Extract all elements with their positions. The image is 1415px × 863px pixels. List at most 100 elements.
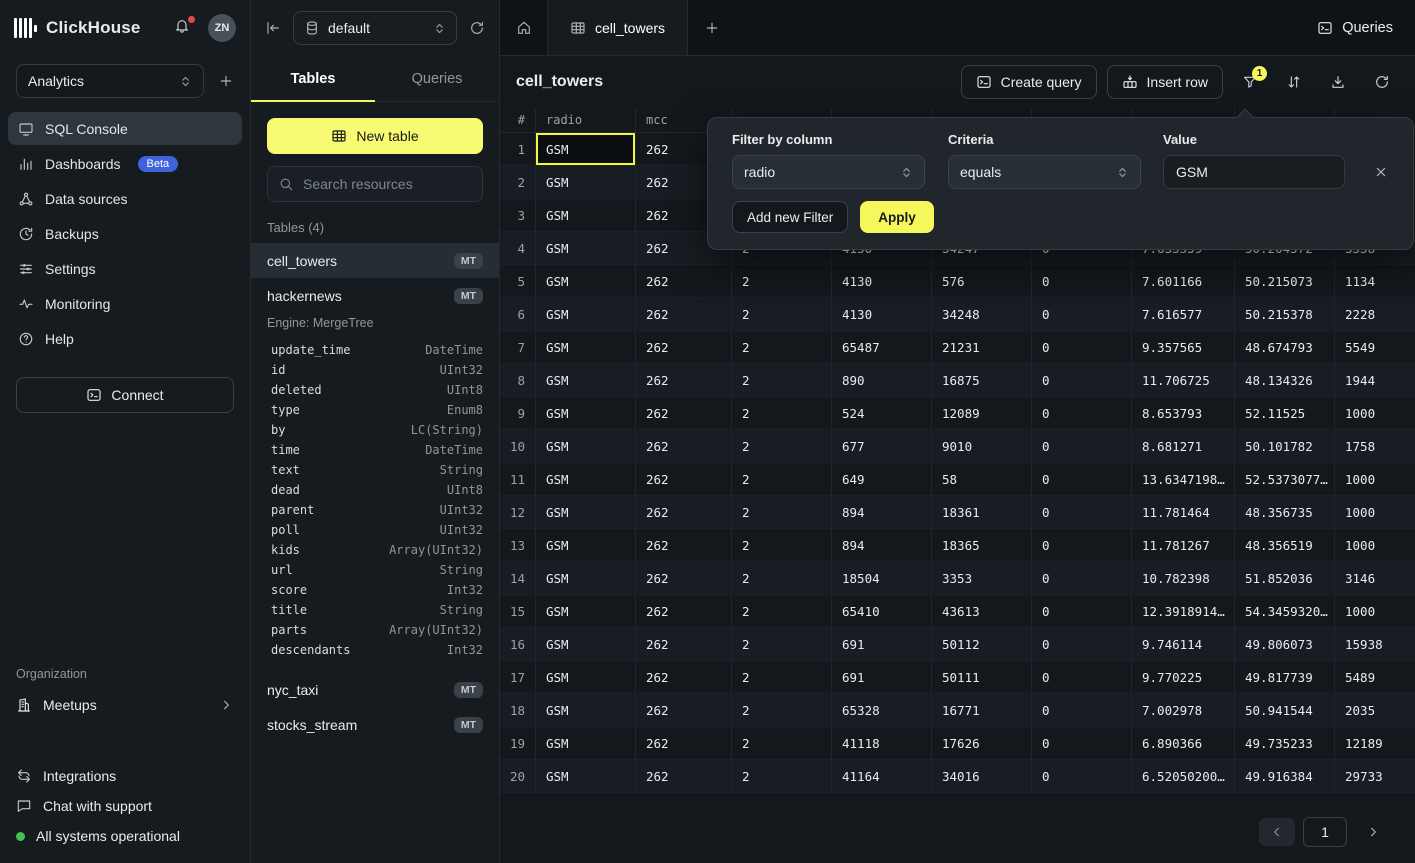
refresh-table-button[interactable] <box>1365 65 1399 99</box>
tab-tables[interactable]: Tables <box>251 56 375 101</box>
table-cell[interactable]: GSM <box>536 529 636 561</box>
table-cell[interactable]: 1000 <box>1335 463 1415 495</box>
table-cell[interactable]: 1944 <box>1335 364 1415 396</box>
table-cell[interactable]: 2 <box>732 760 832 792</box>
add-service-button[interactable] <box>218 73 234 89</box>
table-cell[interactable]: 52.5373077… <box>1235 463 1335 495</box>
table-item-stocks-stream[interactable]: stocks_streamMT <box>251 707 499 742</box>
table-cell[interactable]: 0 <box>1032 661 1132 693</box>
table-cell[interactable]: 18504 <box>832 562 932 594</box>
sidebar-item-data-sources[interactable]: Data sources <box>8 182 242 215</box>
insert-row-button[interactable]: Insert row <box>1107 65 1223 99</box>
table-cell[interactable]: 0 <box>1032 496 1132 528</box>
table-cell[interactable]: 0 <box>1032 595 1132 627</box>
table-cell[interactable]: 0 <box>1032 397 1132 429</box>
table-cell[interactable]: 7.002978 <box>1132 694 1235 726</box>
table-cell[interactable]: 262 <box>636 727 732 759</box>
table-cell[interactable]: 262 <box>636 562 732 594</box>
table-cell[interactable]: 1758 <box>1335 430 1415 462</box>
connect-button[interactable]: Connect <box>16 377 234 413</box>
table-cell[interactable]: 8.653793 <box>1132 397 1235 429</box>
table-cell[interactable]: 12189 <box>1335 727 1415 759</box>
table-cell[interactable]: 11.706725 <box>1132 364 1235 396</box>
workspace-selector[interactable]: Analytics <box>16 64 204 98</box>
table-cell[interactable]: 1000 <box>1335 397 1415 429</box>
table-cell[interactable]: 262 <box>636 496 732 528</box>
column-header[interactable]: radio <box>536 108 636 132</box>
table-cell[interactable]: 16875 <box>932 364 1032 396</box>
table-cell[interactable]: GSM <box>536 760 636 792</box>
table-cell[interactable]: 2 <box>732 727 832 759</box>
table-cell[interactable]: GSM <box>536 331 636 363</box>
criteria-select[interactable]: equals <box>948 155 1141 189</box>
table-cell[interactable]: 48.674793 <box>1235 331 1335 363</box>
table-cell[interactable]: 48.356519 <box>1235 529 1335 561</box>
table-cell[interactable]: 649 <box>832 463 932 495</box>
table-cell[interactable]: 65328 <box>832 694 932 726</box>
sidebar-item-backups[interactable]: Backups <box>8 217 242 250</box>
footer-item-chat-with-support[interactable]: Chat with support <box>8 791 242 821</box>
table-cell[interactable]: GSM <box>536 265 636 297</box>
table-cell[interactable]: 5549 <box>1335 331 1415 363</box>
table-cell[interactable]: 65487 <box>832 331 932 363</box>
column-header[interactable]: # <box>500 108 536 132</box>
table-cell[interactable]: 0 <box>1032 430 1132 462</box>
table-cell[interactable]: 0 <box>1032 727 1132 759</box>
table-cell[interactable]: 2 <box>732 430 832 462</box>
table-cell[interactable]: GSM <box>536 298 636 330</box>
table-cell[interactable]: 524 <box>832 397 932 429</box>
table-cell[interactable]: 49.806073 <box>1235 628 1335 660</box>
table-cell[interactable]: 691 <box>832 661 932 693</box>
search-input[interactable] <box>303 176 472 192</box>
table-cell[interactable]: 0 <box>1032 331 1132 363</box>
footer-item-integrations[interactable]: Integrations <box>8 761 242 791</box>
table-cell[interactable]: 0 <box>1032 760 1132 792</box>
table-cell[interactable]: 2 <box>732 496 832 528</box>
table-cell[interactable]: 6.890366 <box>1132 727 1235 759</box>
home-tab[interactable] <box>500 0 548 55</box>
table-cell[interactable]: 58 <box>932 463 1032 495</box>
sort-button[interactable] <box>1277 65 1311 99</box>
table-cell[interactable]: 3353 <box>932 562 1032 594</box>
table-cell[interactable]: 9.770225 <box>1132 661 1235 693</box>
table-cell[interactable]: 18361 <box>932 496 1032 528</box>
footer-item-all-systems-operational[interactable]: All systems operational <box>8 821 242 851</box>
table-cell[interactable]: 50112 <box>932 628 1032 660</box>
table-cell[interactable]: 5489 <box>1335 661 1415 693</box>
table-cell[interactable]: 262 <box>636 661 732 693</box>
collapse-panel-icon[interactable] <box>265 20 281 36</box>
table-cell[interactable]: 2 <box>732 298 832 330</box>
table-cell[interactable]: 0 <box>1032 694 1132 726</box>
new-tab-button[interactable] <box>688 0 736 55</box>
table-cell[interactable]: 49.916384 <box>1235 760 1335 792</box>
table-cell[interactable]: GSM <box>536 397 636 429</box>
table-cell[interactable]: 0 <box>1032 562 1132 594</box>
table-cell[interactable]: 2 <box>732 694 832 726</box>
table-cell[interactable]: 9.746114 <box>1132 628 1235 660</box>
table-cell[interactable]: 2035 <box>1335 694 1415 726</box>
table-cell[interactable]: 262 <box>636 628 732 660</box>
table-cell[interactable]: 10.782398 <box>1132 562 1235 594</box>
table-cell[interactable]: 1000 <box>1335 496 1415 528</box>
table-item-hackernews[interactable]: hackernewsMT <box>251 278 499 313</box>
notifications-button[interactable] <box>174 18 194 38</box>
table-cell[interactable]: 0 <box>1032 529 1132 561</box>
table-cell[interactable]: GSM <box>536 133 636 165</box>
table-cell[interactable]: 50.215378 <box>1235 298 1335 330</box>
table-cell[interactable]: 2 <box>732 397 832 429</box>
table-cell[interactable]: 262 <box>636 760 732 792</box>
table-cell[interactable]: 48.356735 <box>1235 496 1335 528</box>
download-button[interactable] <box>1321 65 1355 99</box>
apply-filter-button[interactable]: Apply <box>860 201 934 233</box>
table-cell[interactable]: 262 <box>636 298 732 330</box>
table-cell[interactable]: 18365 <box>932 529 1032 561</box>
table-cell[interactable]: 262 <box>636 364 732 396</box>
table-cell[interactable]: 0 <box>1032 463 1132 495</box>
table-cell[interactable]: 52.11525 <box>1235 397 1335 429</box>
table-cell[interactable]: 29733 <box>1335 760 1415 792</box>
table-cell[interactable]: 2 <box>732 628 832 660</box>
table-cell[interactable]: 262 <box>636 397 732 429</box>
table-cell[interactable]: 50111 <box>932 661 1032 693</box>
table-cell[interactable]: 4130 <box>832 298 932 330</box>
search-box[interactable] <box>267 166 483 202</box>
